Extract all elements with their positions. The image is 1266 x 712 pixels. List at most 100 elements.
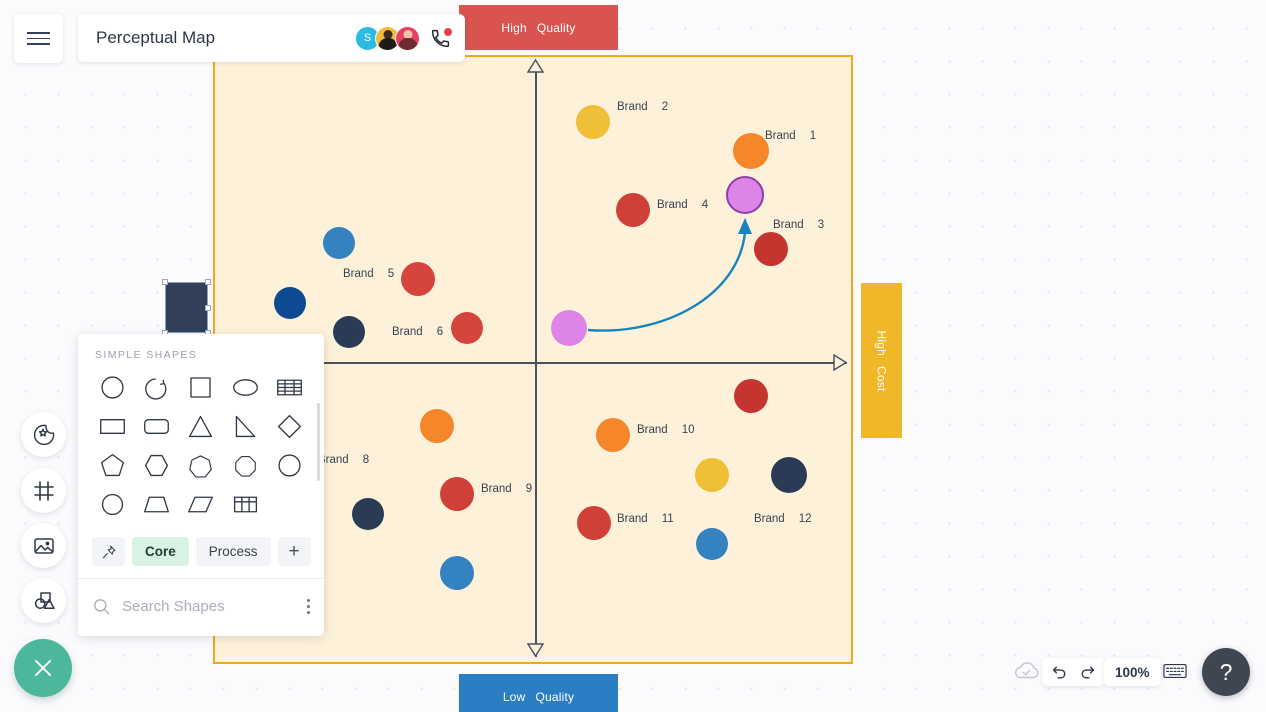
brand-bubble[interactable] bbox=[352, 498, 384, 530]
brand-bubble[interactable] bbox=[754, 232, 788, 266]
brand-bubble[interactable] bbox=[420, 409, 454, 443]
brand-bubble[interactable] bbox=[696, 528, 728, 560]
resize-handle-e[interactable] bbox=[205, 304, 211, 311]
brand-bubble[interactable] bbox=[440, 556, 474, 590]
shape-nonagon-icon[interactable] bbox=[268, 449, 312, 482]
keyboard-icon[interactable] bbox=[1163, 662, 1187, 680]
core-tab[interactable]: Core bbox=[132, 537, 189, 566]
shape-square-icon[interactable] bbox=[179, 371, 223, 404]
brand-bubble[interactable] bbox=[576, 105, 610, 139]
add-library-button[interactable]: + bbox=[277, 537, 311, 566]
brand-bubble-label: Brand 5 bbox=[343, 268, 394, 280]
shape-arc-icon[interactable] bbox=[134, 371, 178, 404]
cloud-saved-icon[interactable] bbox=[1012, 660, 1042, 682]
shape-rounded-rectangle-icon[interactable] bbox=[134, 410, 178, 443]
axis-label-high-cost[interactable]: High Cost bbox=[861, 283, 902, 438]
axis-label-high-quality[interactable]: High Quality bbox=[459, 5, 618, 50]
hamburger-icon-line bbox=[27, 37, 50, 40]
resize-handle-ne[interactable] bbox=[205, 279, 211, 285]
shape-right-triangle-icon[interactable] bbox=[223, 410, 267, 443]
brand-bubble[interactable] bbox=[440, 477, 474, 511]
axis-label-low-quality[interactable]: Low Quality bbox=[459, 674, 618, 712]
brand-label-number: 4 bbox=[701, 199, 709, 211]
high-cost-word2: Cost bbox=[874, 365, 889, 391]
low-quality-word1: Low bbox=[502, 689, 526, 704]
frame-tool[interactable] bbox=[21, 468, 66, 513]
brand-bubble[interactable] bbox=[695, 458, 729, 492]
brand-label-text: Brand bbox=[617, 101, 648, 113]
brand-label-text: Brand bbox=[343, 268, 374, 280]
collaborator-avatars: S bbox=[355, 25, 465, 51]
search-input[interactable]: Search Shapes bbox=[122, 598, 225, 615]
search-shapes-row[interactable]: Search Shapes bbox=[78, 579, 324, 633]
brand-bubble-label: Brand 12 bbox=[754, 513, 811, 525]
brand-bubble-label: Brand 1 bbox=[765, 130, 816, 142]
pin-tab[interactable] bbox=[92, 537, 125, 566]
brand-bubble[interactable] bbox=[333, 316, 365, 348]
shape-decagon-icon[interactable] bbox=[90, 488, 134, 521]
brand-bubble[interactable] bbox=[734, 379, 768, 413]
shape-pentagon-icon[interactable] bbox=[90, 449, 134, 482]
shapes-panel: SIMPLE SHAPES Core Process + Search Shap… bbox=[78, 334, 324, 636]
brand-label-text: Brand bbox=[392, 326, 423, 338]
app-root: Brand 2 Brand 1 Brand 4 Brand 3 Brand 5 Brand 6 Bran… bbox=[0, 0, 1266, 712]
shape-grid-table-icon[interactable] bbox=[223, 488, 267, 521]
help-button[interactable]: ? bbox=[1202, 648, 1250, 696]
brand-label-text: Brand bbox=[657, 199, 688, 211]
close-panel-button[interactable] bbox=[14, 639, 72, 697]
shapes-scrollbar[interactable] bbox=[317, 403, 320, 481]
brand-label-number: 11 bbox=[661, 513, 674, 525]
axis-arrow-down-icon bbox=[527, 643, 544, 657]
avatar-initial: S bbox=[363, 32, 372, 44]
brand-bubble-label: Brand 11 bbox=[617, 513, 674, 525]
shape-diamond-icon[interactable] bbox=[268, 410, 312, 443]
brand-bubble[interactable] bbox=[733, 133, 769, 169]
kebab-menu-icon[interactable] bbox=[307, 598, 310, 614]
brand-bubble-label: Brand 2 bbox=[617, 101, 668, 113]
redo-icon[interactable] bbox=[1079, 664, 1096, 681]
low-quality-word2: Quality bbox=[535, 689, 575, 704]
zoom-level[interactable]: 100% bbox=[1104, 658, 1161, 686]
shape-rectangle-icon[interactable] bbox=[90, 410, 134, 443]
brand-bubble-label: Brand 3 bbox=[773, 219, 824, 231]
brand-bubble[interactable] bbox=[771, 457, 807, 493]
brand-bubble[interactable] bbox=[616, 193, 650, 227]
phone-icon[interactable] bbox=[429, 27, 452, 49]
shape-heptagon-icon[interactable] bbox=[179, 449, 223, 482]
brand-bubble[interactable] bbox=[596, 418, 630, 452]
shape-table-lines-icon[interactable] bbox=[268, 371, 312, 404]
shape-circle-icon[interactable] bbox=[90, 371, 134, 404]
brand-bubble[interactable] bbox=[323, 227, 355, 259]
process-tab[interactable]: Process bbox=[195, 537, 271, 566]
shapes-panel-header: SIMPLE SHAPES bbox=[95, 349, 198, 361]
brand-bubble[interactable] bbox=[726, 176, 764, 214]
brand-label-text: Brand bbox=[637, 424, 668, 436]
brand-bubble[interactable] bbox=[451, 312, 483, 344]
selected-rectangle-shape[interactable] bbox=[162, 279, 211, 336]
brand-bubble[interactable] bbox=[551, 310, 587, 346]
shape-ellipse-icon[interactable] bbox=[223, 371, 267, 404]
resize-handle-nw[interactable] bbox=[162, 279, 168, 285]
notification-dot bbox=[444, 28, 452, 36]
brand-bubble[interactable] bbox=[577, 506, 611, 540]
menu-button[interactable] bbox=[14, 14, 63, 63]
image-tool[interactable] bbox=[21, 523, 66, 568]
hamburger-icon-line bbox=[27, 43, 50, 45]
brand-bubble[interactable] bbox=[401, 262, 435, 296]
shape-trapezoid-icon[interactable] bbox=[134, 488, 178, 521]
vertical-axis bbox=[535, 65, 537, 657]
shape-parallelogram-icon[interactable] bbox=[179, 488, 223, 521]
avatar[interactable] bbox=[395, 25, 420, 51]
page-title[interactable]: Perceptual Map bbox=[96, 28, 215, 48]
shape-octagon-icon[interactable] bbox=[223, 449, 267, 482]
kebab-dot bbox=[307, 604, 310, 608]
brand-label-number: 6 bbox=[436, 326, 444, 338]
brand-bubble[interactable] bbox=[274, 287, 306, 319]
shape-hexagon-icon[interactable] bbox=[134, 449, 178, 482]
sticker-tool[interactable] bbox=[21, 412, 66, 457]
shapes-tool[interactable] bbox=[21, 578, 66, 623]
shape-triangle-icon[interactable] bbox=[179, 410, 223, 443]
brand-label-number: 8 bbox=[362, 454, 370, 466]
undo-icon[interactable] bbox=[1051, 664, 1068, 681]
document-header: Perceptual Map S bbox=[78, 14, 465, 62]
